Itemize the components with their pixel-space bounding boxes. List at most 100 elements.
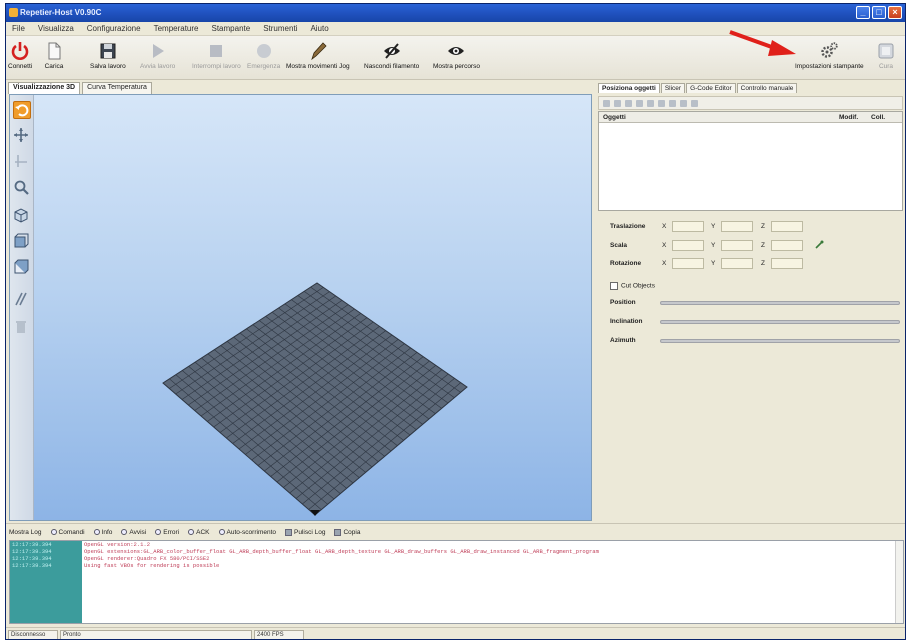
azimuth-label: Azimuth (610, 337, 636, 344)
checkbox-box (610, 282, 618, 290)
translation-y-field[interactable] (721, 221, 753, 232)
menu-view[interactable]: Visualizza (38, 24, 74, 33)
inclination-slider[interactable] (660, 320, 900, 324)
tab-gcode-editor[interactable]: G-Code Editor (686, 83, 736, 93)
pencil-icon (308, 40, 328, 62)
emergency-label: Emergenza (247, 63, 281, 70)
move-view-button[interactable] (13, 127, 31, 145)
move-object-button[interactable] (13, 153, 31, 171)
position-slider[interactable] (660, 301, 900, 305)
tab-place-objects[interactable]: Posiziona oggetti (598, 83, 660, 93)
log-panel: Mostra Log Comandi Info Avvisi Errori AC… (6, 523, 905, 625)
rotation-x-field[interactable] (672, 258, 704, 269)
rotate-object-icon[interactable] (658, 99, 665, 107)
printer-settings-label: Impostazioni stampante (795, 63, 864, 70)
menu-file[interactable]: File (12, 24, 25, 33)
emergency-button[interactable]: Emergenza (247, 40, 280, 70)
stop-job-button[interactable]: Interrompi lavoro (192, 40, 241, 70)
filter-ack[interactable]: ACK (188, 529, 210, 536)
cut-objects-checkbox[interactable]: Cut Objects (610, 282, 655, 290)
lock-scale-icon[interactable] (814, 240, 824, 252)
objects-toolbar (598, 96, 903, 110)
auto-scroll-toggle[interactable]: Auto-scorrimento (218, 529, 276, 536)
parallel-view-button[interactable] (13, 291, 31, 309)
minimize-button[interactable]: _ (856, 6, 870, 19)
clear-log-button[interactable]: Pulisci Log (285, 528, 325, 536)
scale-object-icon[interactable] (647, 99, 654, 107)
copy-log-button[interactable]: Copia (334, 528, 360, 536)
trash-icon (16, 321, 26, 333)
view-iso-button[interactable] (13, 207, 31, 225)
filter-errors[interactable]: Errori (155, 529, 179, 536)
rotation-y-field[interactable] (721, 258, 753, 269)
show-log-button[interactable]: Mostra Log (9, 529, 42, 536)
tab-3d-view[interactable]: Visualizzazione 3D (8, 82, 81, 94)
view-front-button[interactable] (13, 233, 31, 251)
save-job-button[interactable]: Salva lavoro (90, 40, 126, 70)
menu-tools[interactable]: Strumenti (263, 24, 297, 33)
axis-y-label: Y (711, 242, 716, 249)
filter-warnings[interactable]: Avvisi (121, 529, 146, 536)
rotation-z-field[interactable] (771, 258, 803, 269)
filter-info[interactable]: Info (93, 529, 112, 536)
scale-x-field[interactable] (672, 240, 704, 251)
menu-printer[interactable]: Stampante (212, 24, 251, 33)
col-modified: Modif. (839, 114, 859, 121)
view-top-button[interactable] (13, 259, 31, 277)
tab-slicer[interactable]: Slicer (660, 83, 686, 93)
axis-z-label: Z (761, 242, 765, 249)
3d-viewport[interactable] (9, 94, 592, 521)
filter-errors-label: Errori (163, 528, 180, 536)
menu-help[interactable]: Aiuto (310, 24, 328, 33)
app-window: Repetier-Host V0.90C _ □ × File Visualiz… (5, 3, 906, 640)
azimuth-slider[interactable] (660, 339, 900, 343)
mirror-object-icon[interactable] (669, 99, 676, 107)
objects-table[interactable]: Oggetti Modif. Coll. (598, 111, 903, 211)
log-line: Using fast VBOs for rendering is possibl… (84, 562, 220, 569)
center-object-icon[interactable] (636, 99, 643, 107)
load-button[interactable]: Carica (44, 40, 64, 70)
run-job-button[interactable]: Avvia lavoro (140, 40, 175, 70)
copy-object-icon[interactable] (614, 99, 621, 107)
tab-manual-control[interactable]: Controllo manuale (736, 83, 798, 93)
gears-icon (819, 40, 839, 62)
title-bar: Repetier-Host V0.90C _ □ × (6, 4, 905, 22)
connect-button[interactable]: Connetti (8, 40, 32, 70)
inclination-label: Inclination (610, 318, 643, 325)
filter-warnings-label: Avvisi (129, 528, 147, 536)
show-path-button[interactable]: Mostra percorso (433, 40, 480, 70)
zoom-button[interactable] (13, 179, 31, 197)
filter-commands-label: Comandi (58, 528, 85, 536)
position-label: Position (610, 299, 636, 306)
add-object-icon[interactable] (603, 99, 610, 107)
rotate-view-button[interactable] (13, 101, 31, 119)
scale-z-field[interactable] (771, 240, 803, 251)
menu-config[interactable]: Configurazione (87, 24, 141, 33)
hide-filament-button[interactable]: Nascondi filamento (364, 40, 419, 70)
load-label: Carica (44, 63, 64, 70)
axis-x-label: X (662, 242, 667, 249)
translation-z-field[interactable] (771, 221, 803, 232)
show-travel-button[interactable]: Mostra movimenti Jog (286, 40, 350, 70)
log-line: OpenGL extensions:GL_ARB_color_buffer_fl… (84, 548, 599, 555)
trash-button[interactable] (13, 319, 31, 337)
tab-temperature-curve[interactable]: Curva Temperatura (82, 82, 152, 94)
scale-y-field[interactable] (721, 240, 753, 251)
window-title: Repetier-Host V0.90C (20, 8, 102, 17)
autoposition-icon[interactable] (625, 99, 632, 107)
translation-x-field[interactable] (672, 221, 704, 232)
cura-button[interactable]: Cura (876, 40, 896, 70)
menu-temperature[interactable]: Temperature (154, 24, 199, 33)
info-icon[interactable] (691, 99, 698, 107)
log-area[interactable]: 12:17:39.394 12:17:39.394 12:17:39.394 1… (9, 540, 904, 624)
close-button[interactable]: × (888, 6, 902, 19)
log-scrollbar[interactable] (895, 541, 903, 623)
filter-commands[interactable]: Comandi (50, 528, 85, 536)
printer-settings-button[interactable]: Impostazioni stampante (795, 40, 864, 70)
copy-icon (334, 528, 342, 536)
remove-object-icon[interactable] (680, 99, 687, 107)
hide-filament-label: Nascondi filamento (364, 63, 420, 70)
maximize-button[interactable]: □ (872, 6, 886, 19)
col-collision: Coll. (871, 114, 886, 121)
show-log-label: Mostra Log (9, 528, 42, 536)
